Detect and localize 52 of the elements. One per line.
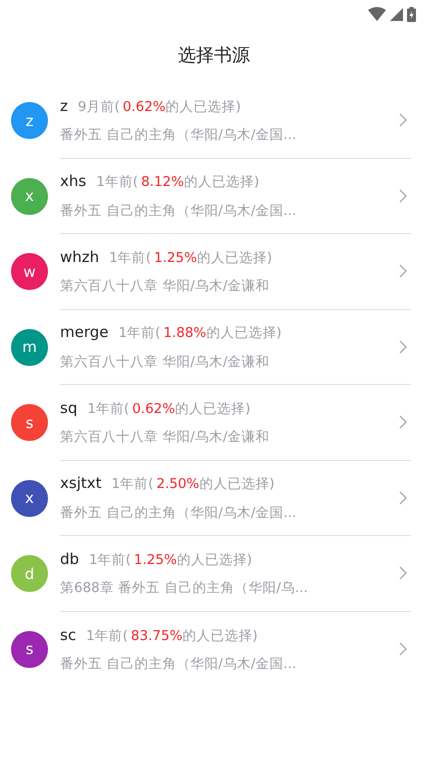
chevron-icon — [399, 264, 407, 278]
latest-chapter: 第六百八十八章 华阳/乌木/金谦和 — [60, 354, 270, 370]
chevron-icon — [399, 113, 407, 128]
latest-chapter: 第六百八十八章 华阳/乌木/金谦和 — [60, 429, 270, 446]
chevron-icon — [399, 642, 407, 656]
latest-chapter: 第六百八十八章 华阳/乌木/金谦和 — [60, 278, 270, 294]
selection-stat: 1年前( 8.12%的人已选择) — [96, 173, 260, 192]
chevron-icon — [399, 566, 407, 580]
selection-stat: 1年前( 1.88%的人已选择) — [118, 324, 282, 344]
selection-stat: 1年前( 1.25%的人已选择) — [109, 248, 272, 268]
source-name: whzh — [60, 246, 100, 268]
avatar-circle: z — [11, 102, 48, 140]
avatar-circle: x — [11, 480, 48, 517]
page-title: 选择书源 — [178, 44, 250, 68]
latest-chapter: 番外五 自己的主角（华阳/乌木/金国... — [60, 202, 296, 219]
source-item[interactable]: x xsjtxt 1年前( 2.50%的人已选择) 番外五 自己的主角（华阳/乌木/金国... — [11, 460, 411, 536]
source-name: sq — [60, 398, 78, 419]
wifi-icon — [368, 7, 386, 21]
chevron-icon — [399, 340, 407, 354]
selection-stat: 1年前( 1.25%的人已选择) — [89, 550, 252, 570]
source-name: merge — [60, 322, 108, 344]
latest-chapter: 番外五 自己的主角（华阳/乌木/金国... — [60, 656, 296, 672]
source-item[interactable]: m merge 1年前( 1.88%的人已选择) 第六百八十八章 华阳/乌木/金谦和 — [11, 310, 411, 385]
selection-stat: 1年前( 83.75%的人已选择) — [86, 626, 258, 646]
chevron-icon — [399, 490, 407, 505]
latest-chapter: 第688章 番外五 自己的主角（华阳/乌... — [60, 580, 308, 596]
source-item[interactable]: w whzh 1年前( 1.25%的人已选择) 第六百八十八章 华阳/乌木/金谦和 — [11, 234, 411, 310]
source-item[interactable]: s sq 1年前( 0.62%的人已选择) 第六百八十八章 华阳/乌木/金谦和 — [11, 385, 411, 460]
source-name: z — [60, 96, 68, 117]
avatar-circle: s — [11, 404, 48, 442]
source-item[interactable]: s sc 1年前( 83.75%的人已选择) 番外五 自己的主角（华阳/乌木/金国... — [11, 612, 411, 687]
source-name: sc — [60, 624, 76, 646]
latest-chapter: 番外五 自己的主角（华阳/乌木/金国... — [60, 127, 296, 144]
source-item[interactable]: d db 1年前( 1.25%的人已选择) 第688章 番外五 自己的主角（华阳/乌... — [11, 536, 411, 612]
battery-icon — [407, 6, 416, 22]
chevron-icon — [399, 188, 407, 203]
chevron-icon — [399, 415, 407, 430]
source-item[interactable]: z z 9月前( 0.62%的人已选择) 番外五 自己的主角（华阳/乌木/金国... — [11, 83, 411, 158]
avatar-circle: x — [11, 178, 48, 215]
selection-stat: 1年前( 0.62%的人已选择) — [87, 400, 250, 419]
avatar-circle: s — [11, 630, 48, 668]
avatar-circle: m — [11, 328, 48, 366]
source-name: db — [60, 548, 80, 570]
signal-icon — [390, 8, 403, 20]
selection-stat: 1年前( 2.50%的人已选择) — [112, 475, 275, 494]
selection-stat: 9月前( 0.62%的人已选择) — [78, 98, 241, 117]
source-name: xsjtxt — [60, 473, 102, 494]
source-name: xhs — [60, 171, 86, 192]
avatar-circle: d — [11, 555, 48, 592]
source-item[interactable]: x xhs 1年前( 8.12%的人已选择) 番外五 自己的主角（华阳/乌木/金国... — [11, 158, 411, 234]
avatar-circle: w — [11, 253, 48, 290]
latest-chapter: 番外五 自己的主角（华阳/乌木/金国... — [60, 504, 296, 521]
